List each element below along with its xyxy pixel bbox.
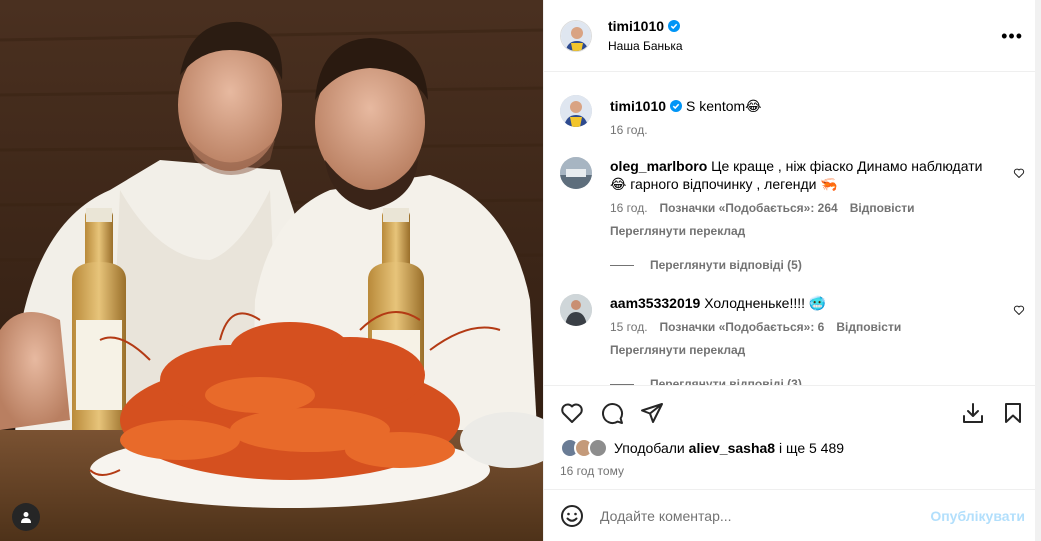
smiley-icon[interactable] — [560, 504, 584, 528]
post-header: timi1010 Наша Банька ••• — [544, 0, 1041, 72]
post-time[interactable]: 16 год тому — [560, 464, 1025, 478]
scrollbar[interactable] — [1035, 0, 1041, 541]
caption: timi1010 S kentom😂 16 год. — [560, 95, 1025, 137]
comment-avatar[interactable] — [560, 294, 592, 326]
post-comment-button[interactable]: Опублікувати — [930, 508, 1025, 524]
comment-likes[interactable]: Позначки «Подобається»: 264 — [660, 201, 838, 215]
caption-avatar-image — [560, 95, 592, 127]
view-replies-button[interactable]: Переглянути відповіді (5) — [610, 258, 1025, 272]
comment-text: Холодненьке!!!! 🥶 — [704, 295, 827, 311]
comment-time[interactable]: 16 год. — [610, 201, 648, 215]
download-icon[interactable] — [961, 401, 985, 425]
comment-likes[interactable]: Позначки «Подобається»: 6 — [660, 320, 825, 334]
caption-text: S kentom😂 — [686, 98, 762, 114]
add-comment-bar: Опублікувати — [544, 489, 1041, 541]
author-username[interactable]: timi1010 — [608, 18, 664, 34]
view-replies-label: Переглянути відповіді (5) — [650, 258, 802, 272]
post-location[interactable]: Наша Банька — [608, 39, 683, 53]
user-icon — [21, 512, 31, 523]
caption-username[interactable]: timi1010 — [610, 97, 666, 115]
likes-summary[interactable]: Уподобали aliev_sasha8 і ще 5 489 — [560, 438, 1025, 458]
comment-avatar-image — [560, 157, 592, 189]
post-photo[interactable] — [0, 0, 543, 541]
photo-image — [0, 0, 543, 541]
liker-avatar — [588, 438, 608, 458]
comment-username[interactable]: aam35332019 — [610, 295, 700, 311]
likes-prefix: Уподобали — [614, 440, 685, 456]
post-actions: Уподобали aliev_sasha8 і ще 5 489 16 год… — [544, 385, 1041, 478]
comment-input[interactable] — [600, 507, 931, 524]
view-replies-button[interactable]: Переглянути відповіді (3) — [610, 377, 1025, 385]
liker-username[interactable]: aliev_sasha8 — [689, 440, 775, 456]
comment-username[interactable]: oleg_marlboro — [610, 158, 707, 174]
author-avatar-image — [561, 20, 591, 51]
caption-time[interactable]: 16 год. — [610, 123, 648, 137]
heart-icon[interactable] — [560, 401, 584, 425]
comment-time[interactable]: 15 год. — [610, 320, 648, 334]
more-icon: ••• — [1001, 26, 1023, 46]
paper-plane-icon[interactable] — [640, 401, 664, 425]
replies-divider — [610, 264, 634, 266]
comment-avatar[interactable] — [560, 157, 592, 189]
caption-avatar[interactable] — [560, 95, 592, 127]
see-translation-button[interactable]: Переглянути переклад — [610, 343, 995, 357]
heart-icon[interactable] — [1013, 167, 1025, 179]
likes-suffix[interactable]: і ще 5 489 — [779, 440, 844, 456]
verified-badge-icon — [670, 100, 683, 112]
comments-list: timi1010 S kentom😂 16 год. oleg_marlboro… — [544, 73, 1041, 385]
post-dialog: timi1010 Наша Банька ••• timi1010 S kent… — [0, 0, 1041, 541]
post-side-panel: timi1010 Наша Банька ••• timi1010 S kent… — [543, 0, 1041, 541]
tagged-users-button[interactable] — [12, 503, 40, 531]
heart-icon[interactable] — [1013, 304, 1025, 316]
comment-item: aam35332019 Холодненьке!!!! 🥶 15 год. По… — [560, 294, 1025, 357]
view-replies-label: Переглянути відповіді (3) — [650, 377, 802, 385]
reply-button[interactable]: Відповісти — [836, 320, 901, 334]
see-translation-button[interactable]: Переглянути переклад — [610, 224, 995, 238]
comment-item: oleg_marlboro Це краще , ніж фіаско Дина… — [560, 157, 1025, 238]
bookmark-icon[interactable] — [1001, 401, 1025, 425]
verified-badge-icon — [668, 20, 681, 32]
more-options-button[interactable]: ••• — [1001, 26, 1023, 47]
author-avatar[interactable] — [560, 19, 592, 52]
comment-avatar-image — [560, 294, 592, 326]
reply-button[interactable]: Відповісти — [850, 201, 915, 215]
comment-icon[interactable] — [600, 401, 624, 425]
